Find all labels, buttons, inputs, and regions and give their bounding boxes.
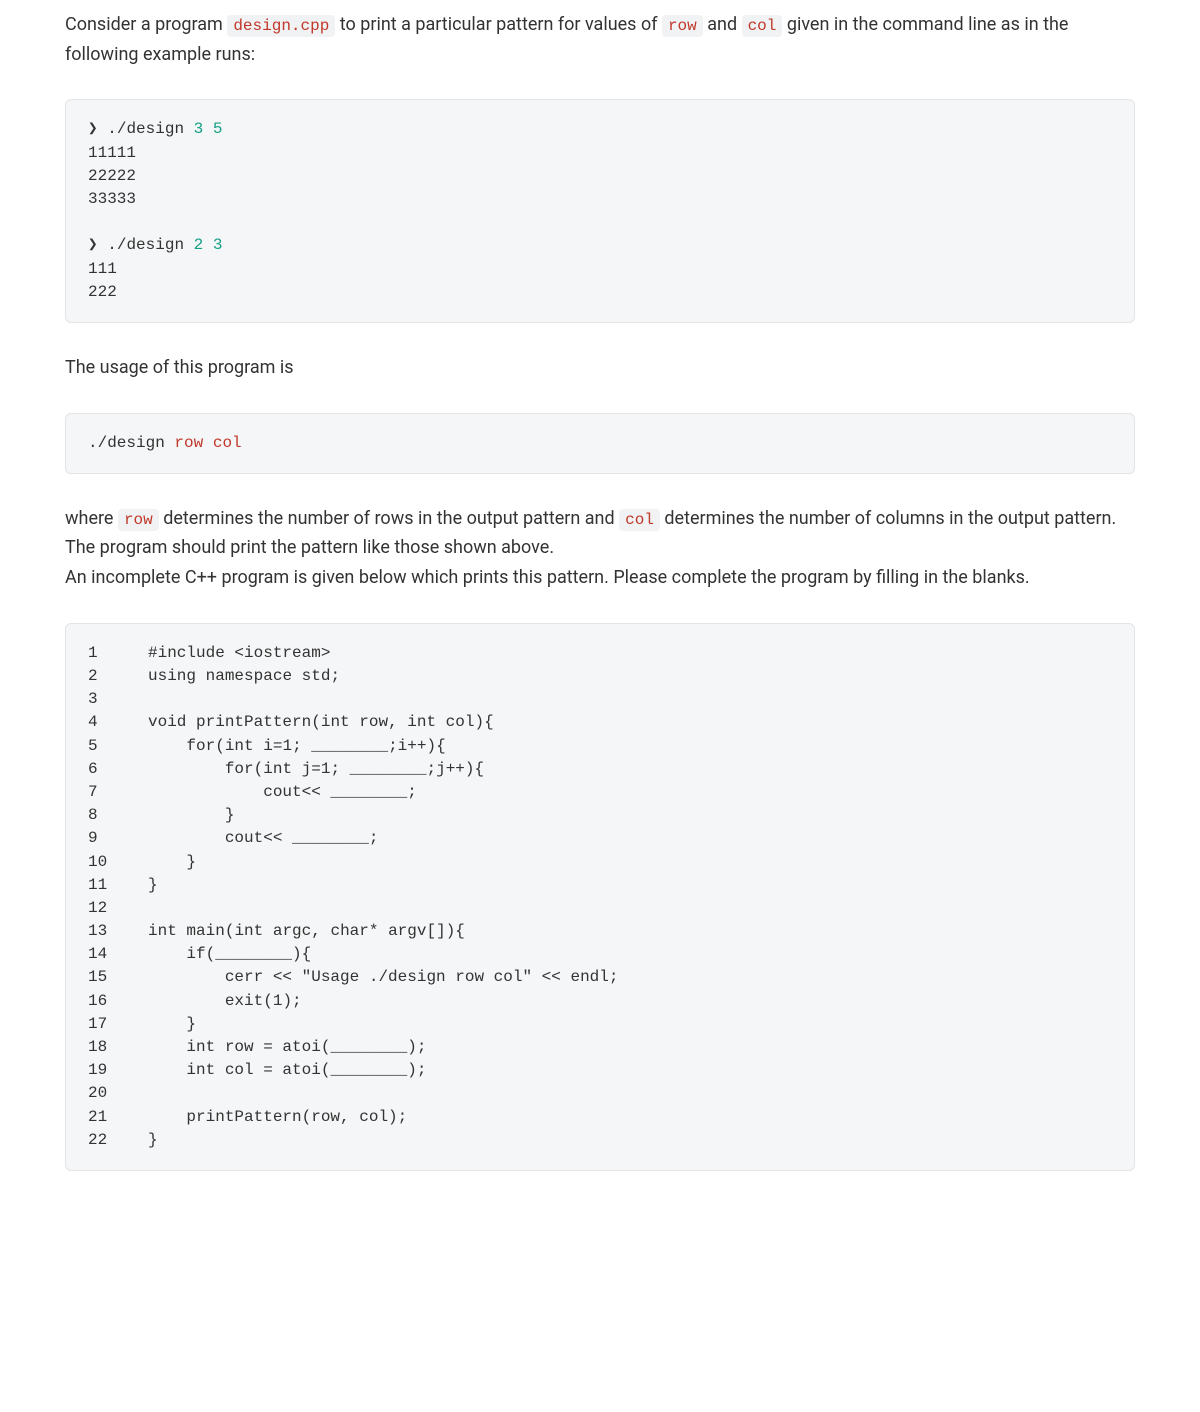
line-content: for(int i=1; ________;i++){ — [148, 735, 446, 758]
code-line: 16 exit(1); — [88, 990, 1112, 1013]
inline-code-row: row — [662, 15, 703, 37]
inline-code-designcpp: design.cpp — [227, 15, 335, 37]
line-content: if(________){ — [148, 943, 311, 966]
line-number: 4 — [88, 711, 148, 734]
line-number: 10 — [88, 851, 148, 874]
line-number: 19 — [88, 1059, 148, 1082]
line-content: } — [148, 804, 234, 827]
line-number: 21 — [88, 1106, 148, 1129]
text: An incomplete C++ program is given below… — [65, 563, 1135, 593]
text: determines the number of rows in the out… — [159, 508, 619, 529]
line-number: 8 — [88, 804, 148, 827]
line-number: 13 — [88, 920, 148, 943]
line-content: exit(1); — [148, 990, 302, 1013]
line-content: } — [148, 851, 196, 874]
output-line: 11111 — [88, 144, 136, 162]
code-line: 18 int row = atoi(________); — [88, 1036, 1112, 1059]
line-content: int row = atoi(________); — [148, 1036, 426, 1059]
line-number: 20 — [88, 1082, 148, 1105]
line-content: cout<< ________; — [148, 827, 378, 850]
line-number: 11 — [88, 874, 148, 897]
cpp-source-codeblock: 1#include <iostream>2using namespace std… — [65, 623, 1135, 1171]
output-line: 111 — [88, 260, 117, 278]
text: to print a particular pattern for values… — [335, 14, 662, 35]
inline-code-row2: row — [118, 509, 159, 531]
line-content: cout<< ________; — [148, 781, 417, 804]
line-content: } — [148, 1013, 196, 1036]
line-content: void printPattern(int row, int col){ — [148, 711, 494, 734]
code-line: 14 if(________){ — [88, 943, 1112, 966]
line-content: } — [148, 1129, 158, 1152]
text: ./design — [88, 434, 174, 452]
code-line: 9 cout<< ________; — [88, 827, 1112, 850]
line-number: 22 — [88, 1129, 148, 1152]
line-number: 1 — [88, 642, 148, 665]
usage-row: row — [174, 434, 203, 452]
code-line: 3 — [88, 688, 1112, 711]
line-number: 6 — [88, 758, 148, 781]
text: The usage of this program is — [65, 353, 1135, 383]
code-line: 2using namespace std; — [88, 665, 1112, 688]
code-line: 20 — [88, 1082, 1112, 1105]
code-line: 11} — [88, 874, 1112, 897]
text: where — [65, 508, 118, 529]
code-line: 19 int col = atoi(________); — [88, 1059, 1112, 1082]
example-runs-codeblock: ❯ ./design 3 5 11111 22222 33333 ❯ ./des… — [65, 99, 1135, 323]
inline-code-col2: col — [619, 509, 660, 531]
code-line: 5 for(int i=1; ________;i++){ — [88, 735, 1112, 758]
usage-codeblock: ./design row col — [65, 413, 1135, 474]
line-number: 9 — [88, 827, 148, 850]
code-line: 13int main(int argc, char* argv[]){ — [88, 920, 1112, 943]
code-line: 22} — [88, 1129, 1112, 1152]
output-line: 33333 — [88, 190, 136, 208]
text: ❯ ./design — [88, 236, 194, 254]
code-line: 15 cerr << "Usage ./design row col" << e… — [88, 966, 1112, 989]
output-line: 22222 — [88, 167, 136, 185]
arg: 3 — [213, 236, 223, 254]
line-content: int col = atoi(________); — [148, 1059, 426, 1082]
line-content: cerr << "Usage ./design row col" << endl… — [148, 966, 618, 989]
code-line: 17 } — [88, 1013, 1112, 1036]
line-content: #include <iostream> — [148, 642, 330, 665]
code-line: 4void printPattern(int row, int col){ — [88, 711, 1112, 734]
text: and — [703, 14, 742, 35]
arg: 2 — [194, 236, 204, 254]
intro-paragraph: Consider a program design.cpp to print a… — [65, 10, 1135, 69]
code-line: 1#include <iostream> — [88, 642, 1112, 665]
code-line: 7 cout<< ________; — [88, 781, 1112, 804]
line-content: using namespace std; — [148, 665, 340, 688]
line-number: 17 — [88, 1013, 148, 1036]
line-number: 2 — [88, 665, 148, 688]
line-number: 14 — [88, 943, 148, 966]
line-content: for(int j=1; ________;j++){ — [148, 758, 484, 781]
arg: 5 — [213, 120, 223, 138]
line-number: 3 — [88, 688, 148, 711]
code-line: 21 printPattern(row, col); — [88, 1106, 1112, 1129]
text: Consider a program — [65, 14, 227, 35]
description-paragraph: where row determines the number of rows … — [65, 504, 1135, 593]
line-content: int main(int argc, char* argv[]){ — [148, 920, 465, 943]
line-number: 12 — [88, 897, 148, 920]
line-number: 16 — [88, 990, 148, 1013]
line-content: } — [148, 874, 158, 897]
arg: 3 — [194, 120, 204, 138]
line-number: 15 — [88, 966, 148, 989]
code-line: 10 } — [88, 851, 1112, 874]
line-number: 7 — [88, 781, 148, 804]
line-number: 5 — [88, 735, 148, 758]
inline-code-col: col — [742, 15, 783, 37]
code-line: 12 — [88, 897, 1112, 920]
line-number: 18 — [88, 1036, 148, 1059]
text: ❯ ./design — [88, 120, 194, 138]
line-content: printPattern(row, col); — [148, 1106, 407, 1129]
code-line: 6 for(int j=1; ________;j++){ — [88, 758, 1112, 781]
output-line: 222 — [88, 283, 117, 301]
code-line: 8 } — [88, 804, 1112, 827]
usage-paragraph: The usage of this program is — [65, 353, 1135, 383]
usage-col: col — [213, 434, 242, 452]
